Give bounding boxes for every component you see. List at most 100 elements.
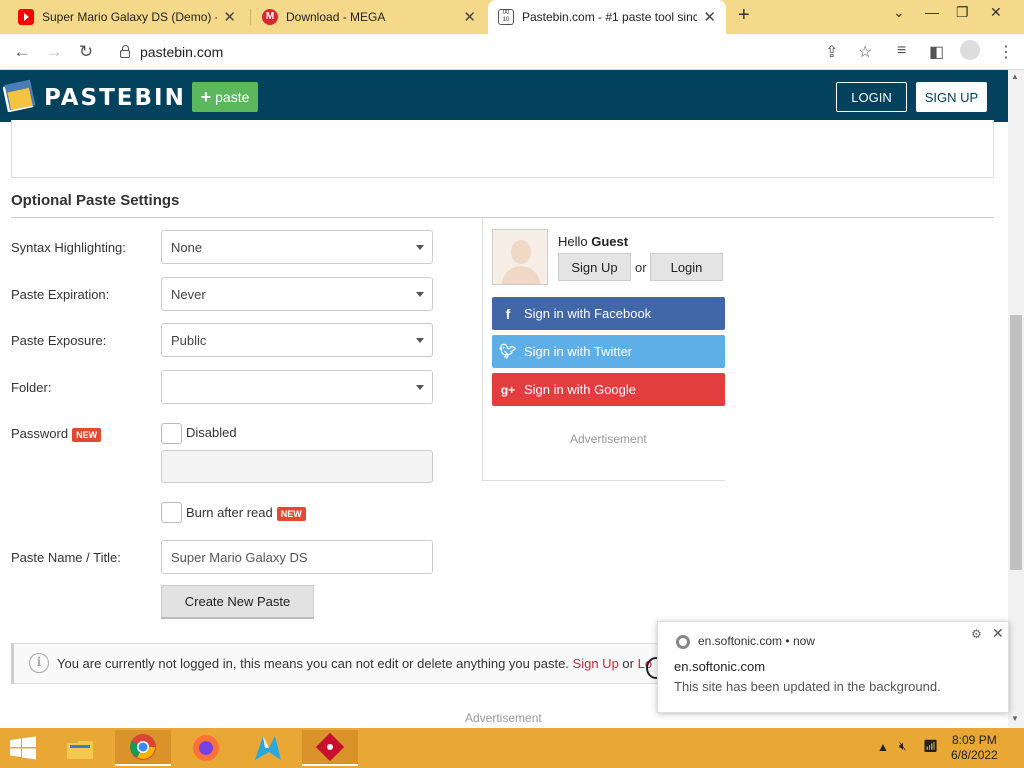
paste-textarea[interactable] (11, 120, 994, 178)
new-tab-icon[interactable]: + (738, 4, 750, 27)
facebook-signin-button[interactable]: f Sign in with Facebook (492, 297, 725, 330)
twitter-signin-button[interactable]: 🐦︎ Sign in with Twitter (492, 335, 725, 368)
volume-muted-icon[interactable]: 🔇︎ (899, 739, 907, 754)
syntax-select[interactable]: None (161, 230, 433, 264)
scrollbar-thumb[interactable] (1010, 315, 1022, 570)
google-plus-icon: g+ (500, 382, 516, 397)
tab-title: Super Mario Galaxy DS (Demo) - (42, 10, 218, 24)
share-icon[interactable]: ⇪ (825, 42, 838, 62)
chrome-taskbar-icon[interactable] (115, 730, 171, 766)
tab-pastebin[interactable]: 00 10 Pastebin.com - #1 paste tool sinc ✕ (488, 0, 726, 34)
notice-or: or (622, 656, 634, 671)
pastebin-icon: 00 10 (498, 9, 514, 25)
password-label-text: Password (11, 426, 69, 441)
expiration-select[interactable]: Never (161, 277, 433, 311)
toast-time: now (792, 634, 815, 648)
google-label: Sign in with Google (524, 382, 637, 397)
burn-after-read-checkbox[interactable] (161, 502, 182, 523)
google-signin-button[interactable]: g+ Sign in with Google (492, 373, 725, 406)
profile-avatar-icon[interactable] (960, 40, 980, 60)
chrome-icon (676, 635, 690, 649)
notice-message: You are currently not logged in, this me… (57, 656, 569, 671)
restore-icon[interactable]: ❐ (956, 4, 969, 21)
header-signup-button[interactable]: SIGN UP (916, 82, 987, 112)
media-queue-icon[interactable]: ≡ (897, 42, 906, 60)
gear-icon[interactable]: ⚙ (971, 627, 982, 641)
syntax-value: None (171, 240, 203, 255)
notice-signup-link[interactable]: Sign Up (573, 656, 619, 671)
back-icon[interactable]: ← (11, 41, 33, 63)
paste-name-input[interactable]: Super Mario Galaxy DS (161, 540, 433, 574)
plus-icon: + (200, 86, 212, 107)
close-window-icon[interactable]: ✕ (990, 4, 1002, 21)
exposure-label: Paste Exposure: (11, 333, 107, 348)
toast-body: This site has been updated in the backgr… (674, 679, 941, 694)
side-panel-icon[interactable]: ◧ (929, 42, 944, 62)
file-explorer-icon[interactable] (52, 730, 108, 766)
section-title: Optional Paste Settings (11, 192, 180, 209)
sidebar-advertisement-label: Advertisement (570, 432, 647, 446)
scroll-down-icon[interactable]: ▼ (1011, 714, 1019, 723)
close-icon[interactable]: ✕ (992, 625, 1004, 642)
tab-title: Download - MEGA (286, 10, 386, 24)
sidebar-login-button[interactable]: Login (650, 253, 723, 281)
minimize-icon[interactable]: — (925, 4, 939, 20)
address-bar[interactable]: pastebin.com (110, 38, 890, 66)
bookmark-star-icon[interactable]: ☆ (858, 42, 872, 62)
emulator-icon[interactable] (302, 730, 358, 766)
new-badge: NEW (276, 506, 306, 521)
burn-after-read-label: Burn after read NEW (186, 505, 306, 521)
close-tab-icon[interactable]: ✕ (463, 8, 476, 26)
guest-name: Guest (591, 234, 629, 249)
scroll-up-icon[interactable]: ▲ (1011, 72, 1019, 81)
exposure-select[interactable]: Public (161, 323, 433, 357)
paste-label: paste (215, 89, 250, 105)
app-icon[interactable] (240, 730, 296, 766)
tab-mega[interactable]: M Download - MEGA ✕ (252, 0, 486, 34)
taskbar-clock[interactable]: 8:09 PM 6/8/2022 (951, 733, 998, 763)
chevron-down-icon[interactable]: ⌄ (893, 4, 905, 21)
password-input[interactable] (161, 450, 433, 483)
youtube-icon (18, 9, 34, 25)
hello-text: Hello (558, 234, 588, 249)
info-icon: i (29, 653, 49, 673)
close-tab-icon[interactable]: ✕ (703, 8, 716, 26)
show-hidden-icons-icon[interactable]: ▲ (877, 740, 889, 754)
password-checkbox-label: Disabled (186, 425, 237, 440)
hello-guest-text: Hello Guest (558, 234, 628, 249)
toast-header: en.softonic.com • now (698, 634, 815, 648)
twitter-icon: 🐦︎ (499, 343, 517, 359)
footer-advertisement-label: Advertisement (465, 711, 542, 725)
network-icon[interactable]: 📶︎ (923, 739, 938, 753)
tab-title: Pastebin.com - #1 paste tool sinc (522, 10, 698, 24)
create-new-paste-button[interactable]: Create New Paste (161, 585, 314, 619)
sidebar-signup-button[interactable]: Sign Up (558, 253, 631, 281)
facebook-label: Sign in with Facebook (524, 306, 652, 321)
pastebin-logo-icon[interactable] (2, 76, 39, 113)
exposure-value: Public (171, 333, 207, 348)
header-login-button[interactable]: LOGIN (836, 82, 907, 112)
lock-icon (120, 45, 130, 58)
facebook-icon: f (505, 305, 511, 322)
expiration-value: Never (171, 287, 206, 302)
folder-select[interactable] (161, 370, 433, 404)
password-checkbox[interactable] (161, 423, 182, 444)
caret-down-icon (416, 245, 424, 250)
close-tab-icon[interactable]: ✕ (223, 8, 236, 26)
windows-start-icon[interactable] (8, 736, 38, 760)
or-text: or (635, 260, 647, 275)
firefox-icon[interactable] (178, 730, 234, 766)
reload-icon[interactable]: ↻ (75, 41, 97, 63)
site-logo-text[interactable]: PASTEBIN (44, 85, 186, 111)
kebab-menu-icon[interactable]: ⋮ (998, 42, 1014, 62)
mega-icon: M (262, 9, 278, 25)
toast-title: en.softonic.com (674, 659, 766, 674)
expiration-label: Paste Expiration: (11, 287, 110, 302)
caret-down-icon (416, 338, 424, 343)
toast-dot: • (785, 634, 793, 648)
new-paste-button[interactable]: + paste (192, 82, 258, 112)
forward-icon[interactable]: → (43, 41, 65, 63)
password-label: Password NEW (11, 426, 102, 442)
tab-youtube[interactable]: Super Mario Galaxy DS (Demo) - ✕ (8, 0, 246, 34)
caret-down-icon (416, 292, 424, 297)
